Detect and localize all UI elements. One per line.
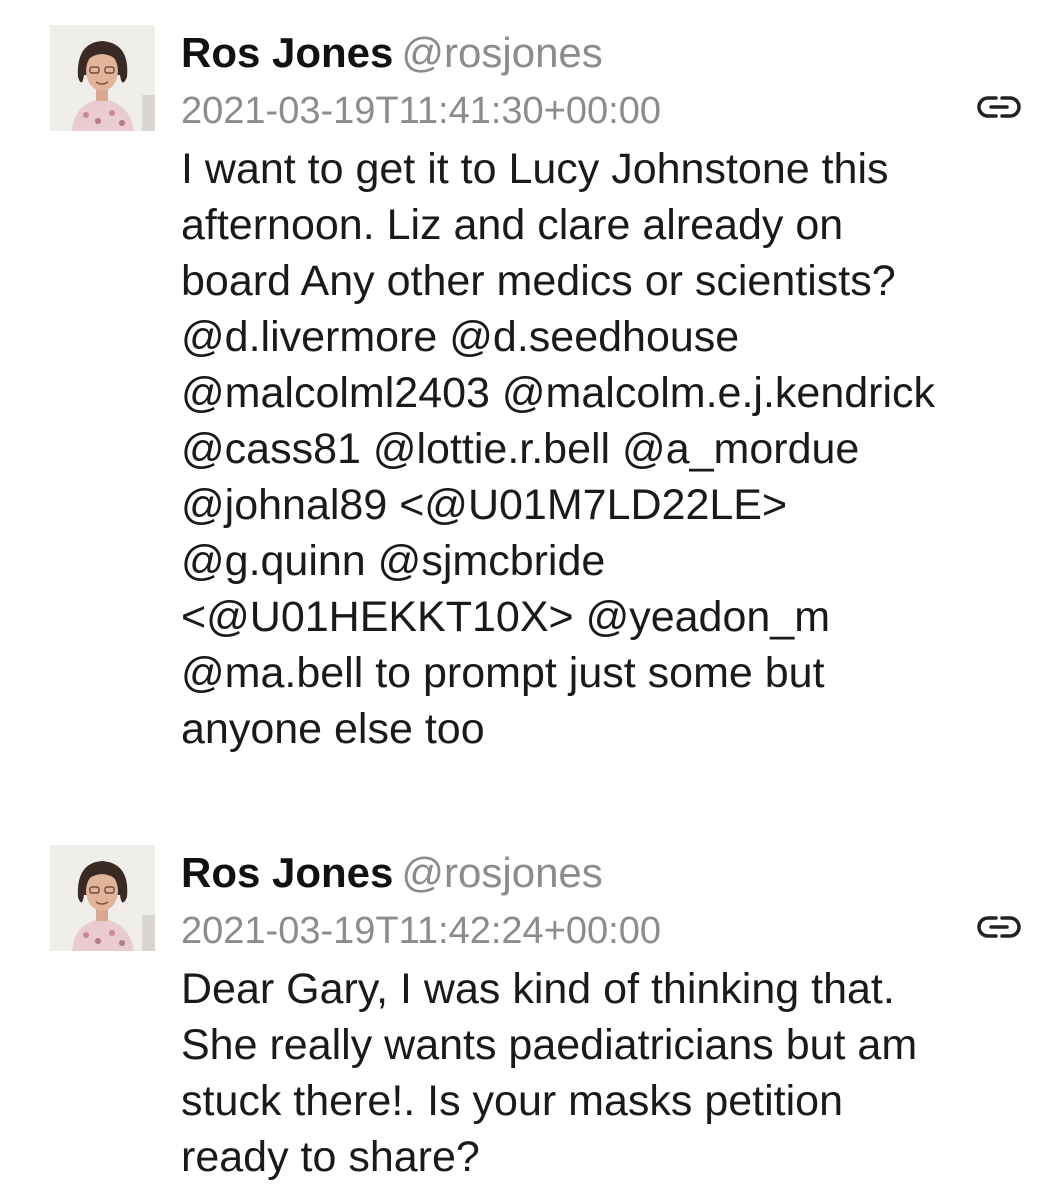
message-line: @cass81 @lottie.r.bell @a_mordue [181,425,860,473]
message-line: Dear Gary, I was kind of thinking that. [181,965,895,1013]
avatar-photo-icon [50,25,155,131]
avatar[interactable] [50,25,155,131]
message-line: stuck there!. Is your masks petition [181,1077,843,1125]
author-handle[interactable]: @rosjones [401,29,602,76]
author-name[interactable]: Ros Jones [181,29,393,76]
avatar-photo-icon [50,845,155,951]
message-timestamp: 2021-03-19T11:41:30+00:00 [181,90,661,132]
author-name[interactable]: Ros Jones [181,849,393,896]
avatar[interactable] [50,845,155,951]
message-line: ready to share? [181,1133,480,1181]
message-line: I want to get it to Lucy Johnstone this [181,145,889,193]
message-text: I want to get it to Lucy Johnstone this … [181,141,1021,757]
author-handle[interactable]: @rosjones [401,849,602,896]
message-text: Dear Gary, I was kind of thinking that. … [181,961,1021,1185]
message-line: @ma.bell to prompt just some but [181,649,825,697]
message-timestamp: 2021-03-19T11:42:24+00:00 [181,910,661,952]
message-line: @malcolml2403 @malcolm.e.j.kendrick [181,369,936,417]
message-line: @johnal89 <@U01M7LD22LE> [181,481,788,529]
message-line: <@U01HEKKT10X> @yeadon_m [181,593,831,641]
message-line: She really wants paediatricians but am [181,1021,918,1069]
message-line: @d.livermore @d.seedhouse [181,313,740,361]
message-line: @g.quinn @sjmcbride [181,537,606,585]
message-line: anyone else too [181,705,485,753]
link-icon[interactable] [977,913,1021,941]
message-line: board Any other medics or scientists? [181,257,896,305]
link-icon[interactable] [977,93,1021,121]
message-line: afternoon. Liz and clare already on [181,201,844,249]
